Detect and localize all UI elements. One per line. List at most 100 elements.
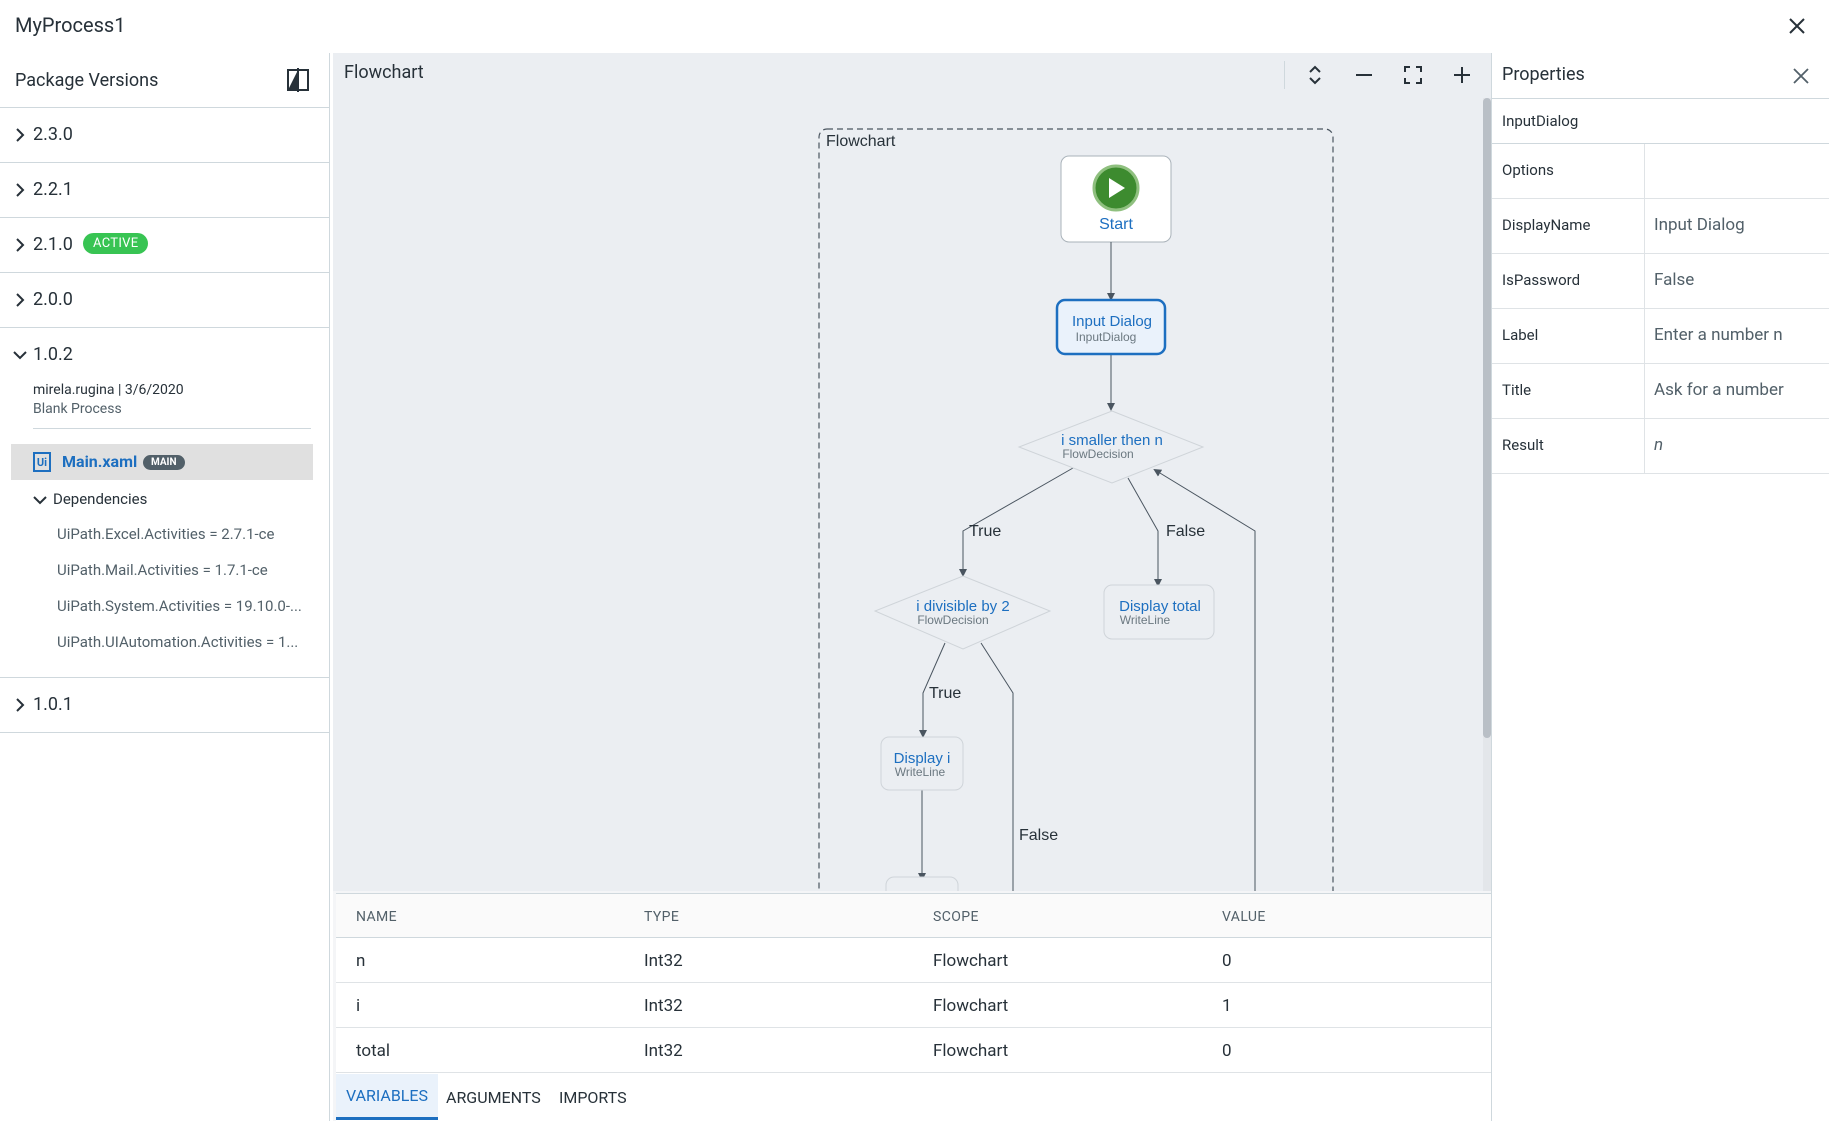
version-label: 2.2.1 xyxy=(33,179,73,200)
column-header: VALUE xyxy=(1222,909,1266,925)
flowchart-canvas[interactable]: Flowchart Start Input Dialog InputDialog… xyxy=(333,53,1491,891)
display-i-node[interactable]: Display i WriteLine xyxy=(880,736,964,791)
variables-panel: NAME TYPE SCOPE VALUE n Int32 Flowchart … xyxy=(336,893,1491,1122)
version-header-1-0-2[interactable]: 1.0.2 xyxy=(0,328,329,383)
canvas-scrollbar[interactable] xyxy=(1483,98,1491,891)
unfold-icon xyxy=(1309,65,1321,85)
active-badge: ACTIVE xyxy=(83,233,149,254)
input-dialog-node[interactable]: Input Dialog InputDialog xyxy=(1055,298,1167,356)
fullscreen-icon xyxy=(1404,66,1422,84)
start-label: Start xyxy=(1099,216,1133,233)
table-row[interactable]: n Int32 Flowchart 0 xyxy=(336,938,1491,983)
node-type: InputDialog xyxy=(1076,330,1137,344)
start-node[interactable]: Start xyxy=(1060,155,1172,243)
collapse-expand-button[interactable] xyxy=(1295,55,1335,95)
properties-panel: Properties InputDialog Options DisplayNa… xyxy=(1491,53,1829,1121)
main-badge: MAIN xyxy=(143,455,185,470)
bottom-tabs: VARIABLES ARGUMENTS IMPORTS xyxy=(336,1074,1491,1122)
dependency-item: UiPath.Mail.Activities = 1.7.1-ce xyxy=(57,561,268,579)
scrollbar-thumb[interactable] xyxy=(1483,98,1491,738)
chevron-right-icon xyxy=(16,698,25,712)
edge-label-true: True xyxy=(969,523,1001,540)
property-value[interactable]: Enter a number n xyxy=(1654,325,1824,345)
property-key: DisplayName xyxy=(1502,216,1591,234)
version-label: 2.1.0 xyxy=(33,234,73,255)
properties-header: Properties xyxy=(1492,53,1829,99)
compare-icon[interactable] xyxy=(285,66,311,94)
window-title: MyProcess1 xyxy=(15,13,126,37)
decision-node-1[interactable]: i smaller then n FlowDecision xyxy=(1017,410,1205,484)
column-header: NAME xyxy=(356,909,398,925)
toolbar-divider xyxy=(1284,61,1285,89)
version-label: 2.3.0 xyxy=(33,124,73,145)
divider xyxy=(1644,254,1645,309)
tab-variables[interactable]: VARIABLES xyxy=(336,1074,439,1120)
property-key: Options xyxy=(1502,161,1554,179)
decision-node-2[interactable]: i divisible by 2 FlowDecision xyxy=(873,575,1052,650)
cell-scope: Flowchart xyxy=(933,996,1009,1016)
version-item-1-0-1[interactable]: 1.0.1 xyxy=(0,678,329,733)
partial-node[interactable] xyxy=(885,876,959,891)
flowchart-container-label: Flowchart xyxy=(826,133,896,150)
close-window-button[interactable] xyxy=(1783,12,1811,40)
zoom-in-button[interactable] xyxy=(1442,55,1482,95)
property-value[interactable]: n xyxy=(1654,435,1824,455)
main-file-item[interactable]: Ui Main.xaml MAIN xyxy=(11,444,313,480)
chevron-right-icon xyxy=(16,183,25,197)
table-row[interactable]: total Int32 Flowchart 0 xyxy=(336,1028,1491,1073)
version-item-2-0-0[interactable]: 2.0.0 xyxy=(0,273,329,328)
version-label: 1.0.1 xyxy=(33,694,73,715)
cell-value: 1 xyxy=(1222,996,1232,1016)
property-row-label: Label Enter a number n xyxy=(1492,309,1829,364)
divider xyxy=(1644,419,1645,474)
minus-icon xyxy=(1356,74,1372,76)
divider xyxy=(33,428,311,429)
package-versions-title: Package Versions xyxy=(15,70,159,91)
cell-type: Int32 xyxy=(644,996,683,1016)
dependencies-toggle[interactable]: Dependencies xyxy=(33,490,147,508)
tab-imports[interactable]: IMPORTS xyxy=(549,1074,637,1120)
table-row[interactable]: i Int32 Flowchart 1 xyxy=(336,983,1491,1028)
divider xyxy=(1644,144,1645,199)
property-row-displayname: DisplayName Input Dialog xyxy=(1492,199,1829,254)
chevron-right-icon xyxy=(16,238,25,252)
cell-name: total xyxy=(356,1041,391,1061)
property-key: Title xyxy=(1502,381,1532,399)
cell-value: 0 xyxy=(1222,951,1232,971)
property-row-options: Options xyxy=(1492,144,1829,199)
designer-toolbar xyxy=(1284,53,1491,97)
fit-to-screen-button[interactable] xyxy=(1393,55,1433,95)
close-icon xyxy=(1793,68,1809,84)
uipath-file-icon: Ui xyxy=(33,452,51,472)
dependency-item: UiPath.System.Activities = 19.10.0-... xyxy=(57,597,302,615)
version-item-2-3-0[interactable]: 2.3.0 xyxy=(0,108,329,163)
close-properties-button[interactable] xyxy=(1789,64,1813,88)
divider xyxy=(1644,364,1645,419)
zoom-out-button[interactable] xyxy=(1344,55,1384,95)
property-value[interactable]: Input Dialog xyxy=(1654,215,1824,235)
cell-type: Int32 xyxy=(644,951,683,971)
tab-arguments[interactable]: ARGUMENTS xyxy=(436,1074,551,1120)
flowchart-diagram: Flowchart Start Input Dialog InputDialog… xyxy=(818,128,1334,891)
title-bar: MyProcess1 xyxy=(0,0,1829,53)
property-value[interactable]: False xyxy=(1654,270,1824,290)
node-title: Input Dialog xyxy=(1072,313,1152,330)
version-label: 1.0.2 xyxy=(33,344,73,365)
property-value[interactable]: Ask for a number xyxy=(1654,380,1824,400)
node-type: FlowDecision xyxy=(917,613,988,627)
display-total-node[interactable]: Display total WriteLine xyxy=(1103,584,1215,640)
column-header: TYPE xyxy=(644,909,680,925)
edge-label-false: False xyxy=(1166,523,1205,540)
cell-scope: Flowchart xyxy=(933,951,1009,971)
dependency-item: UiPath.UIAutomation.Activities = 1... xyxy=(57,633,299,651)
activity-name: InputDialog xyxy=(1492,99,1829,144)
version-item-1-0-2: 1.0.2 mirela.rugina | 3/6/2020 Blank Pro… xyxy=(0,328,329,678)
main-file-name: Main.xaml xyxy=(62,452,138,471)
version-item-2-2-1[interactable]: 2.2.1 xyxy=(0,163,329,218)
divider xyxy=(1644,199,1645,254)
divider xyxy=(1644,309,1645,364)
cell-type: Int32 xyxy=(644,1041,683,1061)
property-row-title: Title Ask for a number xyxy=(1492,364,1829,419)
property-key: Result xyxy=(1502,436,1544,454)
version-item-2-1-0[interactable]: 2.1.0 ACTIVE xyxy=(0,218,329,273)
